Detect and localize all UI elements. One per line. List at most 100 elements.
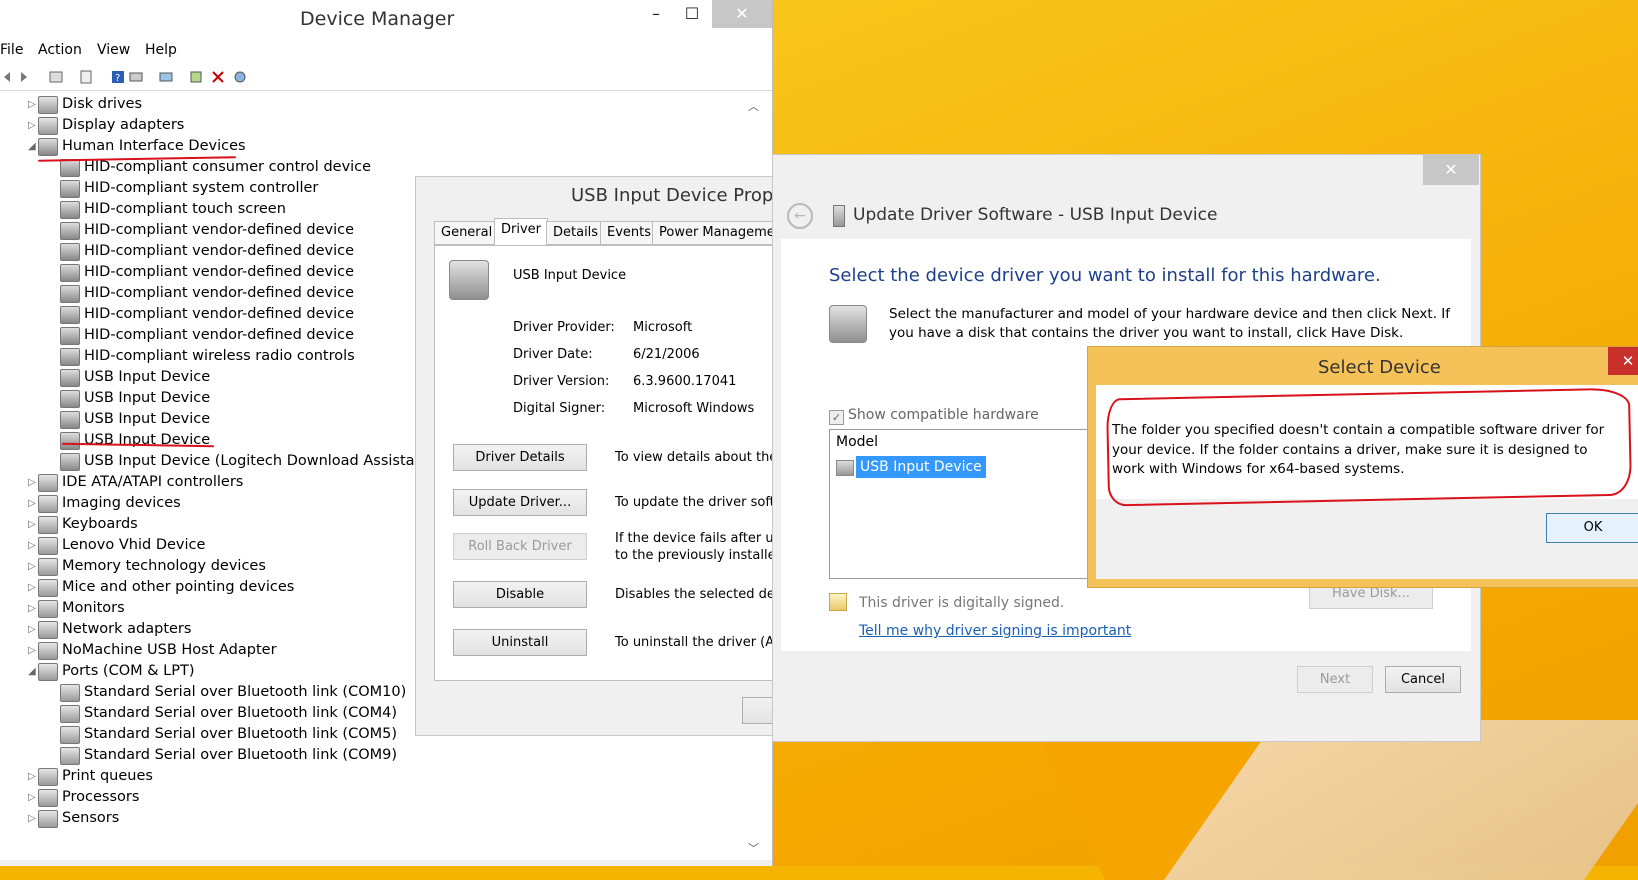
back-arrow-icon[interactable]: ← <box>787 203 813 229</box>
svg-text:?: ? <box>115 73 120 84</box>
menu-help[interactable]: Help <box>145 42 177 58</box>
tree-item[interactable]: HID-compliant vendor-defined device <box>60 283 354 304</box>
expand-arrow-icon[interactable]: ▷ <box>28 577 38 598</box>
collapse-arrow-icon[interactable]: ◢ <box>28 136 38 157</box>
hid-device-icon <box>60 264 80 282</box>
maximize-button[interactable]: ☐ <box>670 0 714 28</box>
tab-driver[interactable]: Driver <box>494 218 549 245</box>
roll-back-driver-button[interactable]: Roll Back Driver <box>453 533 587 560</box>
tree-item[interactable]: USB Input Device (Logitech Download Assi… <box>60 451 435 472</box>
title-bar: Device Manager – ☐ ✕ <box>0 0 772 38</box>
port-icon <box>38 663 58 681</box>
uninstall-icon[interactable] <box>210 69 226 85</box>
driver-details-button[interactable]: Driver Details <box>453 444 587 471</box>
tree-node[interactable]: ▷ Network adapters <box>28 619 191 640</box>
checkbox-checked-icon[interactable]: ✓ <box>829 410 844 425</box>
tree-node[interactable]: ◢ Human Interface Devices <box>28 136 246 157</box>
disable-button[interactable]: Disable <box>453 581 587 608</box>
driver-signing-link[interactable]: Tell me why driver signing is important <box>859 623 1131 639</box>
tree-node[interactable]: ▷ Print queues <box>28 766 153 787</box>
cancel-button[interactable]: Cancel <box>1385 666 1461 693</box>
expand-arrow-icon[interactable]: ▷ <box>28 808 38 829</box>
menu-action[interactable]: Action <box>38 42 82 58</box>
close-button[interactable]: ✕ <box>1608 347 1638 375</box>
expand-arrow-icon[interactable]: ▷ <box>28 493 38 514</box>
tree-item[interactable]: HID-compliant vendor-defined device <box>60 262 354 283</box>
tree-item[interactable]: USB Input Device <box>60 430 210 451</box>
tree-item[interactable]: HID-compliant wireless radio controls <box>60 346 355 367</box>
tree-item[interactable]: USB Input Device <box>60 409 210 430</box>
expand-arrow-icon[interactable]: ▷ <box>28 514 38 535</box>
tree-node[interactable]: ▷ IDE ATA/ATAPI controllers <box>28 472 243 493</box>
tree-node[interactable]: ◢ Ports (COM & LPT) <box>28 661 194 682</box>
tab-events[interactable]: Events <box>600 221 659 245</box>
tree-node[interactable]: ▷ Mice and other pointing devices <box>28 577 294 598</box>
expand-arrow-icon[interactable]: ▷ <box>28 94 38 115</box>
next-button[interactable]: Next <box>1297 666 1373 693</box>
driver-provider-label: Driver Provider: <box>513 320 615 335</box>
show-compatible-checkbox[interactable]: ✓ Show compatible hardware <box>829 407 1039 425</box>
tree-item[interactable]: USB Input Device <box>60 388 210 409</box>
tree-node[interactable]: ▷ Keyboards <box>28 514 138 535</box>
uninstall-button[interactable]: Uninstall <box>453 629 587 656</box>
model-list-item[interactable]: USB Input Device <box>856 456 986 478</box>
collapse-arrow-icon[interactable]: ◢ <box>28 661 38 682</box>
view-icon[interactable] <box>78 69 94 85</box>
tree-node[interactable]: ▷ Display adapters <box>28 115 184 136</box>
menu-view[interactable]: View <box>97 42 130 58</box>
port-icon <box>60 726 80 744</box>
properties-icon[interactable] <box>48 69 64 85</box>
scroll-up-icon[interactable]: ︿ <box>748 98 759 114</box>
expand-arrow-icon[interactable]: ▷ <box>28 115 38 136</box>
tree-item[interactable]: HID-compliant vendor-defined device <box>60 220 354 241</box>
tab-details[interactable]: Details <box>546 221 606 245</box>
expand-arrow-icon[interactable]: ▷ <box>28 787 38 808</box>
close-button[interactable]: ✕ <box>712 0 772 28</box>
tree-node[interactable]: ▷ NoMachine USB Host Adapter <box>28 640 277 661</box>
update-driver-icon[interactable] <box>188 69 204 85</box>
expand-arrow-icon[interactable]: ▷ <box>28 640 38 661</box>
tree-node[interactable]: ▷ Memory technology devices <box>28 556 266 577</box>
hid-device-icon <box>60 180 80 198</box>
tree-item[interactable]: HID-compliant system controller <box>60 178 318 199</box>
tree-node[interactable]: ▷ Processors <box>28 787 139 808</box>
tree-node[interactable]: ▷ Imaging devices <box>28 493 181 514</box>
network-icon <box>38 621 58 639</box>
expand-arrow-icon[interactable]: ▷ <box>28 619 38 640</box>
ok-button[interactable]: OK <box>1546 513 1638 543</box>
tree-item[interactable]: Standard Serial over Bluetooth link (COM… <box>60 703 397 724</box>
tree-item[interactable]: HID-compliant vendor-defined device <box>60 241 354 262</box>
tree-node[interactable]: ▷ Sensors <box>28 808 119 829</box>
tree-item[interactable]: HID-compliant touch screen <box>60 199 286 220</box>
properties-dialog: USB Input Device Prope General Driver De… <box>415 176 790 736</box>
tree-node[interactable]: ▷ Monitors <box>28 598 125 619</box>
expand-arrow-icon[interactable]: ▷ <box>28 472 38 493</box>
enable-icon[interactable] <box>232 69 248 85</box>
close-button[interactable]: ✕ <box>1423 155 1479 185</box>
expand-arrow-icon[interactable]: ▷ <box>28 535 38 556</box>
tree-node[interactable]: ▷ Lenovo Vhid Device <box>28 535 205 556</box>
expand-arrow-icon[interactable]: ▷ <box>28 766 38 787</box>
tab-power-management[interactable]: Power Managemen <box>652 221 790 245</box>
tree-item[interactable]: Standard Serial over Bluetooth link (COM… <box>60 745 397 766</box>
hid-device-icon <box>60 432 80 450</box>
device-icon[interactable] <box>128 69 144 85</box>
tree-item[interactable]: HID-compliant vendor-defined device <box>60 325 354 346</box>
scan-hardware-icon[interactable] <box>158 69 174 85</box>
tab-general[interactable]: General <box>434 221 500 245</box>
certificate-icon <box>829 593 847 611</box>
forward-icon[interactable] <box>16 69 32 85</box>
expand-arrow-icon[interactable]: ▷ <box>28 598 38 619</box>
tree-item[interactable]: USB Input Device <box>60 367 210 388</box>
back-icon[interactable] <box>0 69 16 85</box>
update-driver-button[interactable]: Update Driver... <box>453 489 587 516</box>
tree-node[interactable]: ▷ Disk drives <box>28 94 142 115</box>
expand-arrow-icon[interactable]: ▷ <box>28 556 38 577</box>
tree-item[interactable]: Standard Serial over Bluetooth link (COM… <box>60 724 397 745</box>
help-icon[interactable]: ? <box>110 69 126 85</box>
tree-item[interactable]: HID-compliant vendor-defined device <box>60 304 354 325</box>
dialog-title: USB Input Device Prope <box>571 185 785 206</box>
menu-file[interactable]: File <box>0 42 23 58</box>
tree-item[interactable]: Standard Serial over Bluetooth link (COM… <box>60 682 406 703</box>
scroll-down-icon[interactable]: ﹀ <box>748 840 759 856</box>
